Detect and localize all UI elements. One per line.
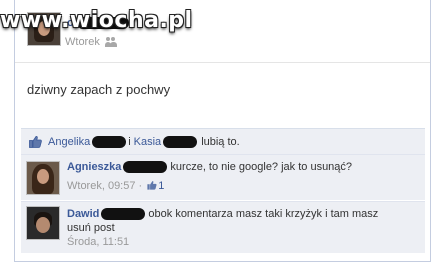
comment-like-count[interactable]: 1: [158, 180, 164, 192]
redaction-bar: [101, 208, 146, 221]
comment-item: Dawid obok komentarza masz taki krzyżyk i…: [21, 201, 425, 253]
comment-text: Agnieszka kurcze, to nie google? jak to u…: [67, 160, 387, 174]
post-timestamp[interactable]: Wtorek: [65, 36, 100, 48]
comment-meta: Środa, 11:51: [67, 236, 129, 248]
post-card: ol Wtorek dziwny zapach z pochwy Angelik…: [14, 0, 431, 262]
thumbs-up-icon[interactable]: [29, 135, 42, 148]
comment-author-name[interactable]: Dawid: [67, 208, 99, 220]
likes-joiner: i: [128, 135, 131, 148]
meta-separator: ·: [138, 180, 143, 192]
redaction-bar: [92, 135, 127, 148]
comment-timestamp[interactable]: Środa, 11:51: [67, 236, 129, 248]
likes-bar: Angelika i Kasia lubią to.: [21, 128, 425, 154]
people-icon[interactable]: [104, 37, 117, 47]
likes-suffix: lubią to.: [201, 135, 240, 148]
comment-author-avatar[interactable]: [26, 206, 60, 240]
post-message: dziwny zapach z pochwy: [27, 82, 171, 97]
comment-author-name[interactable]: Agnieszka: [67, 161, 121, 173]
comment-body: kurcze, to nie google? jak to usunąć?: [170, 161, 353, 173]
comment-meta: Wtorek, 09:57 · 1: [67, 180, 164, 192]
comment-timestamp[interactable]: Wtorek, 09:57: [67, 180, 135, 192]
comment-item: Agnieszka kurcze, to nie google? jak to u…: [21, 154, 425, 200]
like-name-1[interactable]: Angelika: [48, 136, 90, 148]
like-name-2[interactable]: Kasia: [134, 136, 162, 148]
comment-text: Dawid obok komentarza masz taki krzyżyk i…: [67, 207, 387, 235]
comment-author-avatar[interactable]: [26, 161, 60, 195]
post-meta: Wtorek: [65, 36, 117, 48]
thumbs-up-icon[interactable]: [147, 180, 157, 190]
redaction-bar: [163, 135, 198, 148]
redaction-bar: [123, 161, 168, 174]
watermark: www.wiocha.pl: [0, 8, 193, 33]
